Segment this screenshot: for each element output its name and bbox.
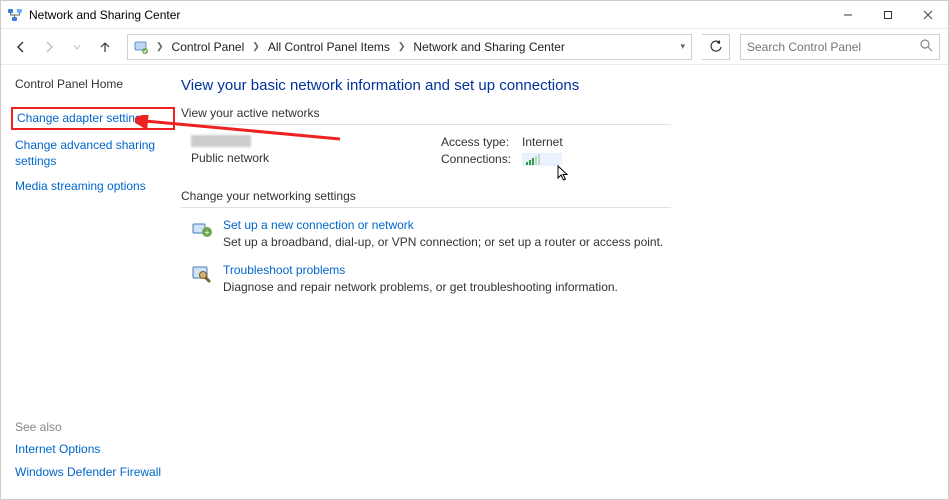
troubleshoot-link[interactable]: Troubleshoot problems (223, 263, 618, 277)
troubleshoot-desc: Diagnose and repair network problems, or… (223, 280, 618, 294)
troubleshoot-item: Troubleshoot problems Diagnose and repai… (191, 263, 731, 294)
up-button[interactable] (93, 35, 117, 59)
breadcrumb-segment[interactable]: Network and Sharing Center (411, 40, 566, 54)
forward-button[interactable] (37, 35, 61, 59)
window-title: Network and Sharing Center (29, 8, 180, 22)
toolbar: ❯ Control Panel ❯ All Control Panel Item… (1, 29, 948, 65)
access-type-value: Internet (522, 135, 563, 149)
chevron-right-icon: ❯ (154, 41, 166, 52)
access-type-label: Access type: (441, 135, 516, 149)
connection-link[interactable] (522, 153, 562, 166)
address-dropdown-icon[interactable]: ▾ (676, 41, 685, 52)
close-button[interactable] (908, 1, 948, 29)
address-bar[interactable]: ❯ Control Panel ❯ All Control Panel Item… (127, 34, 692, 60)
change-advanced-sharing-link[interactable]: Change advanced sharing settings (15, 138, 171, 169)
change-adapter-settings-link[interactable]: Change adapter settings (17, 111, 148, 125)
breadcrumb-segment[interactable]: All Control Panel Items (266, 40, 392, 54)
control-panel-home-link[interactable]: Control Panel Home (15, 77, 171, 93)
wifi-signal-icon (526, 154, 540, 165)
divider (181, 124, 671, 125)
app-icon (7, 7, 23, 23)
change-settings-label: Change your networking settings (181, 189, 938, 203)
divider (181, 207, 671, 208)
setup-connection-icon: + (191, 218, 213, 240)
search-input[interactable] (747, 40, 933, 54)
search-icon (920, 39, 933, 55)
main-panel: View your basic network information and … (181, 65, 948, 499)
minimize-button[interactable] (828, 1, 868, 29)
windows-defender-firewall-link[interactable]: Windows Defender Firewall (15, 465, 161, 481)
internet-options-link[interactable]: Internet Options (15, 442, 161, 458)
annotation-highlight-box: Change adapter settings (11, 107, 175, 131)
back-button[interactable] (9, 35, 33, 59)
setup-connection-desc: Set up a broadband, dial-up, or VPN conn… (223, 235, 663, 249)
active-networks-label: View your active networks (181, 106, 938, 120)
control-panel-icon (134, 39, 150, 55)
troubleshoot-icon (191, 263, 213, 285)
page-heading: View your basic network information and … (181, 77, 938, 94)
see-also-heading: See also (15, 420, 161, 434)
svg-text:+: + (205, 228, 210, 237)
see-also-section: See also Internet Options Windows Defend… (15, 420, 161, 489)
search-box[interactable] (740, 34, 940, 60)
history-dropdown[interactable] (65, 35, 89, 59)
titlebar: Network and Sharing Center (1, 1, 948, 29)
network-name-redacted (191, 135, 251, 147)
chevron-right-icon: ❯ (396, 41, 408, 52)
maximize-button[interactable] (868, 1, 908, 29)
connections-label: Connections: (441, 152, 516, 166)
sidebar: Control Panel Home Change adapter settin… (1, 65, 181, 499)
chevron-right-icon: ❯ (250, 41, 262, 52)
window-controls (828, 1, 948, 29)
media-streaming-options-link[interactable]: Media streaming options (15, 179, 171, 195)
refresh-button[interactable] (702, 34, 730, 60)
setup-connection-item: + Set up a new connection or network Set… (191, 218, 731, 249)
breadcrumb-segment[interactable]: Control Panel (170, 40, 247, 54)
network-type-label: Public network (191, 151, 441, 165)
setup-connection-link[interactable]: Set up a new connection or network (223, 218, 663, 232)
active-network-block: Public network Access type: Internet Con… (191, 135, 938, 169)
